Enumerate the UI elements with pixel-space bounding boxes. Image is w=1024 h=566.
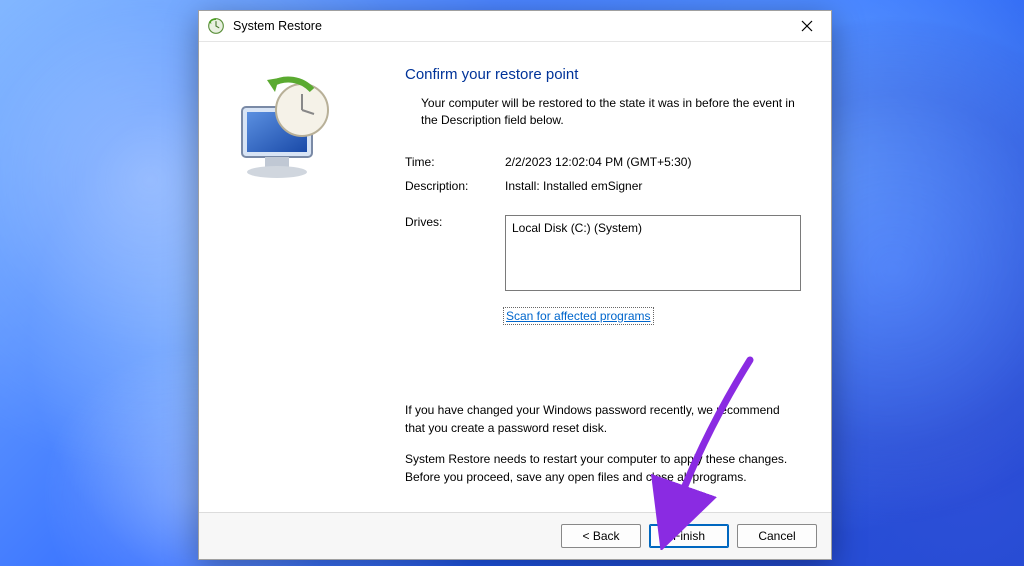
time-row: Time: 2/2/2023 12:02:04 PM (GMT+5:30) (405, 155, 801, 169)
scan-affected-programs-link[interactable]: Scan for affected programs (505, 309, 652, 323)
description-row: Description: Install: Installed emSigner (405, 179, 801, 193)
titlebar: System Restore (199, 11, 831, 42)
back-button[interactable]: < Back (561, 524, 641, 548)
password-note: If you have changed your Windows passwor… (405, 402, 801, 437)
drives-listbox[interactable]: Local Disk (C:) (System) (505, 215, 801, 291)
button-row: < Back Finish Cancel (199, 512, 831, 559)
time-label: Time: (405, 155, 505, 169)
time-value: 2/2/2023 12:02:04 PM (GMT+5:30) (505, 155, 801, 169)
window-title: System Restore (233, 19, 789, 33)
restore-graphic-icon (217, 181, 347, 195)
content-area: Confirm your restore point Your computer… (199, 42, 831, 512)
cancel-button[interactable]: Cancel (737, 524, 817, 548)
system-restore-window: System Restore (198, 10, 832, 560)
drives-row: Drives: Local Disk (C:) (System) (405, 215, 801, 291)
main-panel: Confirm your restore point Your computer… (393, 42, 831, 512)
drives-label: Drives: (405, 215, 505, 229)
desktop-background: System Restore (0, 0, 1024, 566)
sidebar (199, 42, 393, 512)
drive-item[interactable]: Local Disk (C:) (System) (512, 221, 794, 235)
description-label: Description: (405, 179, 505, 193)
restart-note: System Restore needs to restart your com… (405, 451, 801, 486)
close-button[interactable] (789, 12, 825, 40)
finish-button[interactable]: Finish (649, 524, 729, 548)
description-value: Install: Installed emSigner (505, 179, 801, 193)
page-heading: Confirm your restore point (405, 66, 801, 83)
footer-notes: If you have changed your Windows passwor… (405, 402, 801, 500)
page-subtext: Your computer will be restored to the st… (421, 95, 801, 129)
close-icon (801, 20, 813, 32)
system-restore-icon (207, 17, 225, 35)
